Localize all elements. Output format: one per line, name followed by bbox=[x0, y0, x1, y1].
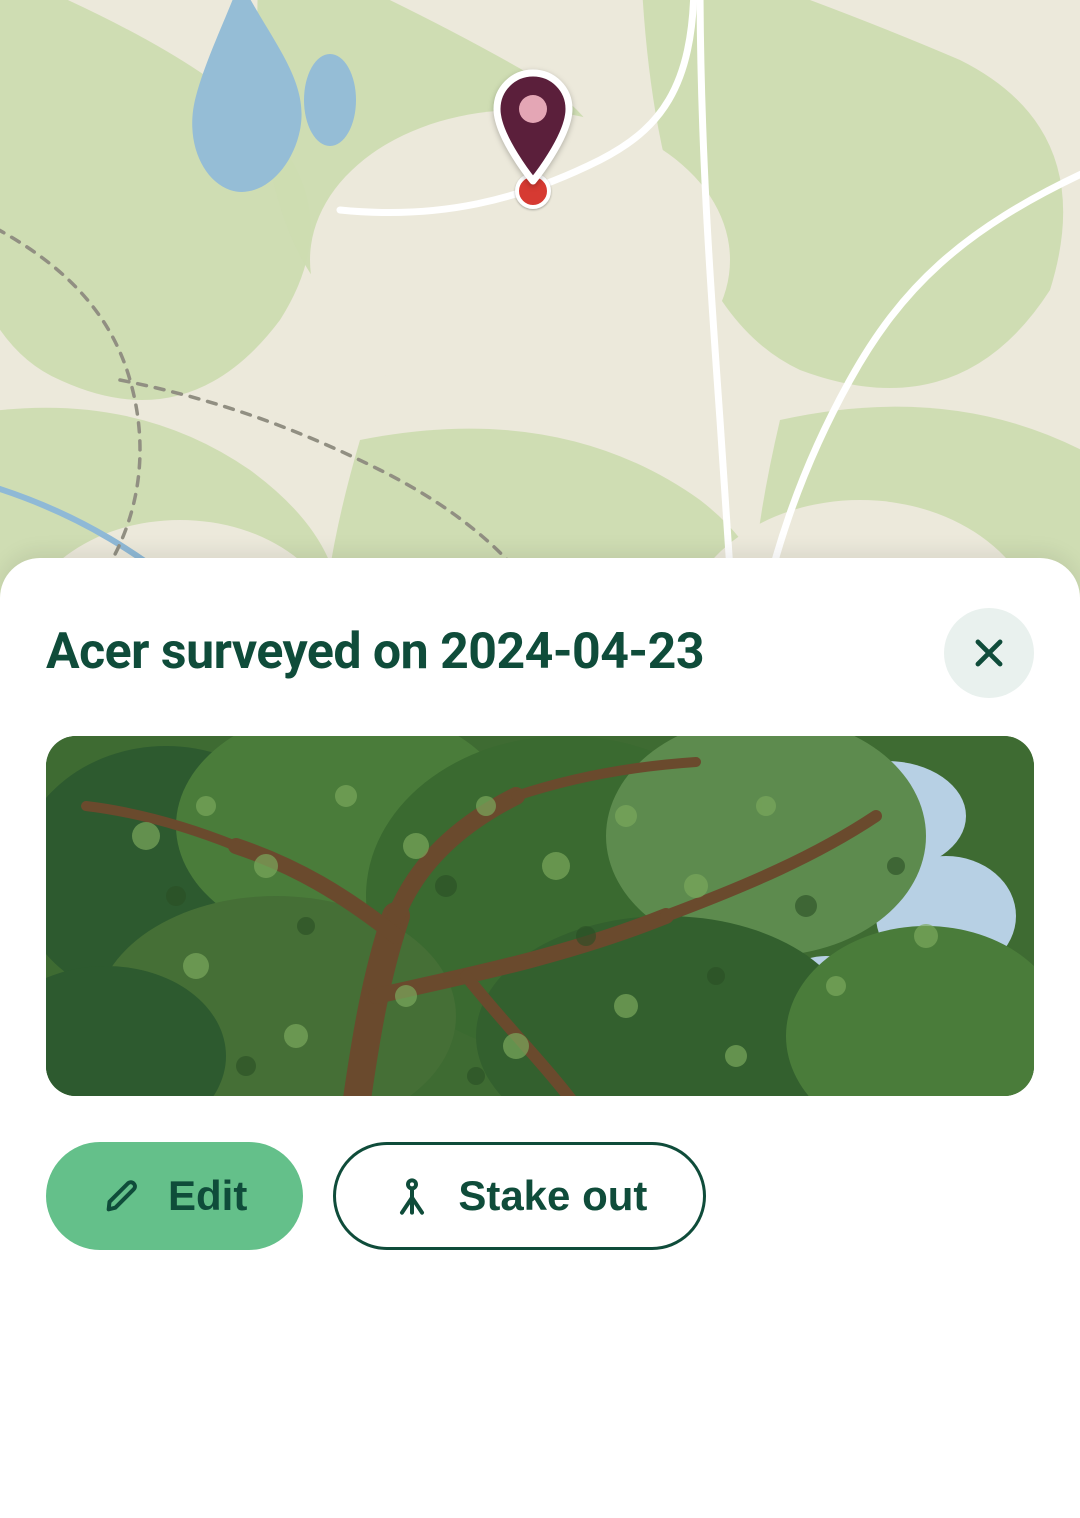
action-row: Edit Stake out bbox=[46, 1142, 1034, 1250]
edit-button[interactable]: Edit bbox=[46, 1142, 303, 1250]
stakeout-button-label: Stake out bbox=[458, 1172, 647, 1220]
survey-photo[interactable] bbox=[46, 736, 1034, 1096]
detail-sheet: Acer surveyed on 2024-04-23 bbox=[0, 558, 1080, 1518]
sheet-title: Acer surveyed on 2024-04-23 bbox=[46, 624, 704, 682]
stakeout-button[interactable]: Stake out bbox=[333, 1142, 706, 1250]
close-icon bbox=[970, 634, 1008, 672]
edit-button-label: Edit bbox=[168, 1172, 247, 1220]
close-button[interactable] bbox=[944, 608, 1034, 698]
sheet-header: Acer surveyed on 2024-04-23 bbox=[46, 608, 1034, 698]
pencil-icon bbox=[102, 1176, 142, 1216]
tripod-icon bbox=[392, 1176, 432, 1216]
